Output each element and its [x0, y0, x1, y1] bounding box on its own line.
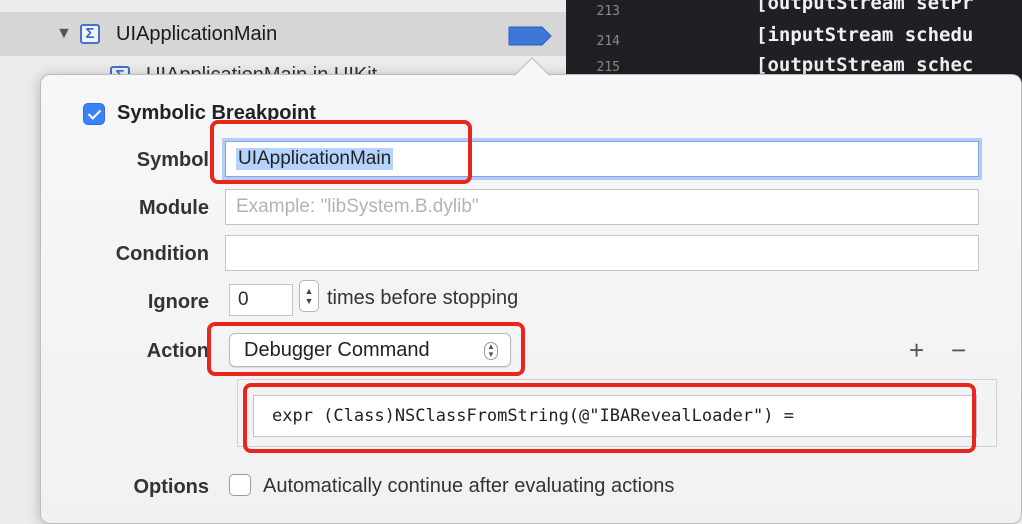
- action-label: Action: [146, 340, 209, 362]
- line-number: 214: [596, 34, 620, 49]
- auto-continue-checkbox[interactable]: [229, 474, 251, 496]
- nav-row-label: UIApplicationMain: [116, 23, 278, 45]
- breakpoint-marker-icon[interactable]: [508, 26, 552, 46]
- line-number: 215: [596, 60, 620, 75]
- disclosure-triangle-icon[interactable]: ▼: [56, 26, 72, 42]
- module-placeholder: Example: "libSystem.B.dylib": [236, 196, 479, 217]
- condition-label: Condition: [115, 243, 209, 265]
- ignore-count-stepper[interactable]: ▲ ▼: [299, 280, 319, 312]
- symbol-label: Symbol: [136, 149, 209, 171]
- code-line: [inputStream schedu: [756, 24, 974, 46]
- nav-row-uiapplicationmain[interactable]: ▼ Σ UIApplicationMain: [0, 12, 566, 56]
- stepper-up-icon[interactable]: ▲: [305, 286, 314, 296]
- code-line: [outputStream schec: [756, 54, 974, 76]
- sigma-icon: Σ: [80, 24, 100, 44]
- ignore-count-input[interactable]: 0: [229, 284, 293, 316]
- popover-arrow: [514, 57, 550, 76]
- ignore-suffix-text: times before stopping: [327, 287, 519, 309]
- options-label: Options: [133, 476, 209, 498]
- ignore-label: Ignore: [147, 291, 209, 313]
- remove-action-button[interactable]: −: [951, 337, 966, 363]
- line-number: 213: [596, 4, 620, 19]
- annotation-highlight-symbol: [210, 120, 472, 184]
- annotation-highlight-action: [207, 322, 525, 376]
- add-action-button[interactable]: +: [909, 337, 924, 363]
- ignore-count-value: 0: [238, 289, 249, 310]
- condition-input[interactable]: [225, 235, 979, 271]
- module-input[interactable]: Example: "libSystem.B.dylib": [225, 189, 979, 225]
- stepper-down-icon[interactable]: ▼: [305, 296, 314, 306]
- module-label: Module: [139, 197, 209, 219]
- auto-continue-label: Automatically continue after evaluating …: [263, 475, 675, 497]
- breakpoint-editor-popover: Symbolic Breakpoint Symbol UIApplication…: [40, 74, 1022, 524]
- annotation-highlight-command: [243, 383, 976, 453]
- breakpoint-enabled-checkbox[interactable]: [83, 102, 105, 125]
- code-line: [outputStream setPr: [756, 0, 974, 14]
